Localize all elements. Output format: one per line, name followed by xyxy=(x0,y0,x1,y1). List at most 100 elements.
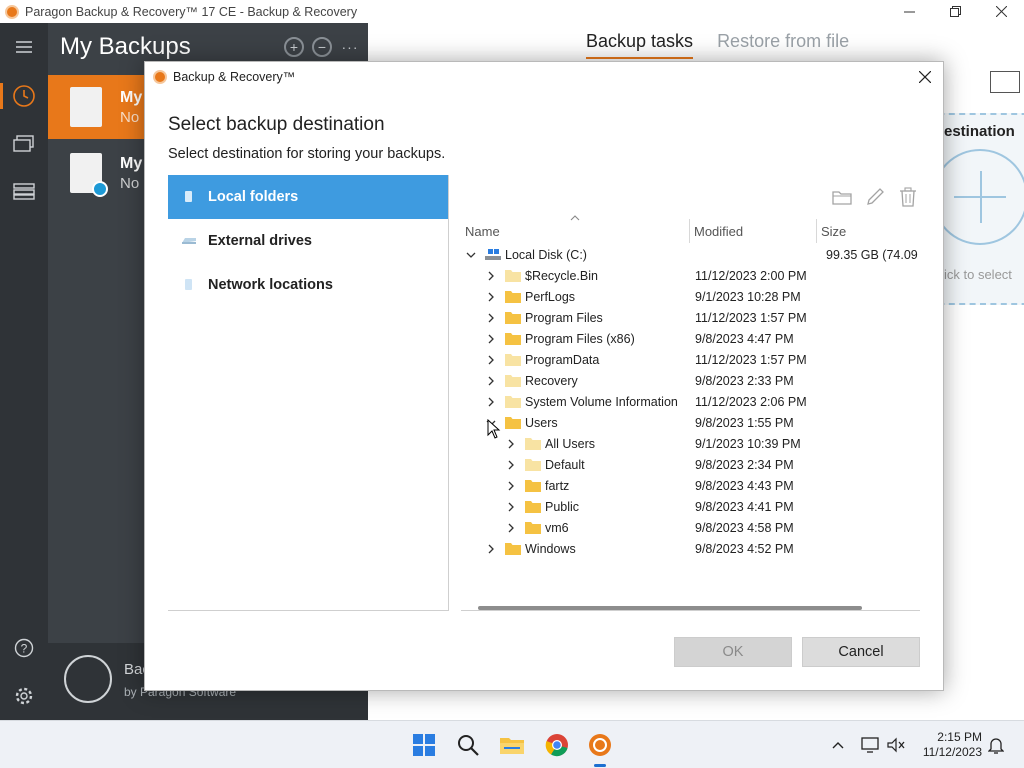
chevron-right-icon[interactable] xyxy=(505,479,517,493)
chevron-down-icon[interactable] xyxy=(465,248,477,262)
maximize-icon xyxy=(949,6,961,17)
panel-title: My Backups xyxy=(60,33,191,60)
folder-icon xyxy=(505,416,521,429)
show-hidden-icons-button[interactable] xyxy=(828,735,848,755)
tree-row[interactable]: Program Files (x86) 9/8/2023 4:47 PM xyxy=(461,329,920,350)
start-button[interactable] xyxy=(412,733,436,757)
chevron-right-icon[interactable] xyxy=(485,290,497,304)
network-tray-button[interactable] xyxy=(860,735,880,755)
tab-restore-from-file[interactable]: Restore from file xyxy=(717,31,849,59)
bell-icon xyxy=(988,738,1004,754)
tree-row[interactable]: Program Files 11/12/2023 1:57 PM xyxy=(461,308,920,329)
more-options-button[interactable]: ··· xyxy=(340,37,360,57)
folder-icon xyxy=(505,269,521,282)
tree-row-name: Local Disk (C:) xyxy=(505,248,587,262)
maximize-button[interactable] xyxy=(932,0,978,23)
view-toggle-button[interactable] xyxy=(990,71,1020,93)
horizontal-scrollbar[interactable] xyxy=(478,606,862,610)
paragon-app-icon xyxy=(153,70,167,84)
tree-row[interactable]: vm6 9/8/2023 4:58 PM xyxy=(461,518,920,539)
notifications-button[interactable] xyxy=(986,735,1006,755)
column-header-modified[interactable]: Modified xyxy=(690,219,817,243)
tree-row-name: Program Files (x86) xyxy=(525,332,635,346)
nav-network-locations[interactable]: Network locations xyxy=(168,263,448,307)
chrome-button[interactable] xyxy=(545,733,569,757)
tree-row-modified: 9/8/2023 2:33 PM xyxy=(695,374,794,388)
chevron-right-icon[interactable] xyxy=(485,374,497,388)
nav-local-folders[interactable]: Local folders xyxy=(168,175,448,219)
tree-row[interactable]: PerfLogs 9/1/2023 10:28 PM xyxy=(461,287,920,308)
tree-row[interactable]: System Volume Information 11/12/2023 2:06… xyxy=(461,392,920,413)
rail-drives-button[interactable] xyxy=(0,176,48,206)
destination-card-hint: ick to select xyxy=(944,267,1012,282)
tree-row-name: Program Files xyxy=(525,311,603,325)
taskbar-clock[interactable]: 2:15 PM 11/12/2023 xyxy=(918,730,982,760)
paragon-taskbar-button[interactable] xyxy=(588,733,612,757)
settings-button[interactable] xyxy=(0,681,48,711)
help-button[interactable]: ? xyxy=(0,633,48,663)
network-icon xyxy=(181,279,197,291)
tree-row[interactable]: Windows 9/8/2023 4:52 PM xyxy=(461,539,920,560)
hamburger-icon xyxy=(16,41,32,53)
chevron-right-icon[interactable] xyxy=(485,332,497,346)
nav-item-label: External drives xyxy=(208,233,312,249)
hamburger-menu-button[interactable] xyxy=(0,32,48,62)
add-backup-button[interactable]: + xyxy=(284,37,304,57)
tree-row[interactable]: Public 9/8/2023 4:41 PM xyxy=(461,497,920,518)
panel-actions: + − ··· xyxy=(284,37,360,57)
tree-toolbar xyxy=(830,185,920,209)
rail-disks-button[interactable] xyxy=(0,129,48,159)
tree-row-modified: 9/8/2023 4:58 PM xyxy=(695,521,794,535)
minimize-button[interactable] xyxy=(886,0,932,23)
dialog-subheading: Select destination for storing your back… xyxy=(168,146,446,162)
tree-row[interactable]: $Recycle.Bin 11/12/2023 2:00 PM xyxy=(461,266,920,287)
chevron-right-icon[interactable] xyxy=(485,542,497,556)
tree-row-name: fartz xyxy=(545,479,570,493)
column-header-size[interactable]: Size xyxy=(817,219,920,243)
tree-row-modified: 9/8/2023 4:47 PM xyxy=(695,332,794,346)
cancel-button[interactable]: Cancel xyxy=(802,637,920,667)
tree-row[interactable]: All Users 9/1/2023 10:39 PM xyxy=(461,434,920,455)
tree-row[interactable]: ProgramData 11/12/2023 1:57 PM xyxy=(461,350,920,371)
window-controls xyxy=(886,0,1024,23)
folder-tree-panel: Name Modified Size Local Disk (C:) 99.35 … xyxy=(461,175,920,611)
delete-button[interactable] xyxy=(896,185,920,209)
close-window-button[interactable] xyxy=(978,0,1024,23)
chevron-right-icon[interactable] xyxy=(485,269,497,283)
paragon-icon xyxy=(589,734,611,756)
tree-row[interactable]: Local Disk (C:) 99.35 GB (74.09 xyxy=(461,245,920,266)
tree-row[interactable]: fartz 9/8/2023 4:43 PM xyxy=(461,476,920,497)
chevron-right-icon[interactable] xyxy=(485,395,497,409)
folder-icon xyxy=(505,332,521,345)
close-icon xyxy=(919,71,931,83)
file-explorer-button[interactable] xyxy=(500,733,524,757)
chevron-right-icon[interactable] xyxy=(485,353,497,367)
volume-tray-button[interactable] xyxy=(886,735,906,755)
tree-row[interactable]: Recovery 9/8/2023 2:33 PM xyxy=(461,371,920,392)
nav-external-drives[interactable]: External drives xyxy=(168,219,448,263)
chevron-right-icon[interactable] xyxy=(485,311,497,325)
nav-rail: ? xyxy=(0,23,48,720)
chevron-right-icon[interactable] xyxy=(505,500,517,514)
rename-button[interactable] xyxy=(863,185,887,209)
tree-row[interactable]: Default 9/8/2023 2:34 PM xyxy=(461,455,920,476)
tree-row-modified: 9/1/2023 10:28 PM xyxy=(695,290,801,304)
remove-backup-button[interactable]: − xyxy=(312,37,332,57)
chevron-right-icon[interactable] xyxy=(505,437,517,451)
new-folder-button[interactable] xyxy=(830,185,854,209)
chevron-right-icon[interactable] xyxy=(505,521,517,535)
rail-backups-button[interactable] xyxy=(0,81,48,111)
check-badge-icon xyxy=(92,181,108,197)
ok-button[interactable]: OK xyxy=(674,637,792,667)
minimize-icon xyxy=(903,11,915,13)
column-header-name[interactable]: Name xyxy=(461,219,690,243)
backup-item-status: No xyxy=(120,109,140,126)
tree-row[interactable]: Users 9/8/2023 1:55 PM xyxy=(461,413,920,434)
dialog-close-button[interactable] xyxy=(913,65,937,89)
start-icon xyxy=(413,734,435,756)
tree-row-modified: 9/8/2023 4:52 PM xyxy=(695,542,794,556)
taskbar-search-button[interactable] xyxy=(456,733,480,757)
chevron-right-icon[interactable] xyxy=(505,458,517,472)
tab-backup-tasks[interactable]: Backup tasks xyxy=(586,31,694,59)
app-titlebar: Paragon Backup & Recovery™ 17 CE - Backu… xyxy=(0,0,1024,23)
